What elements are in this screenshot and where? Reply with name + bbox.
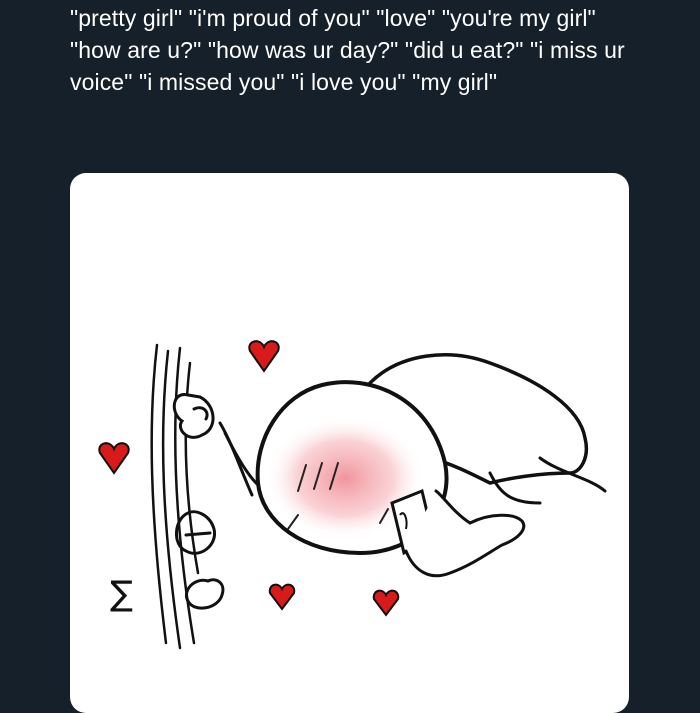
tweet-media-card[interactable]: ∑	[70, 173, 629, 713]
hand-middle	[175, 510, 217, 555]
hand-bottom	[185, 578, 225, 610]
doodle-illustration: ∑	[98, 340, 607, 650]
motion-lines	[150, 343, 200, 650]
tweet-text: "pretty girl" "i'm proud of you" "love" …	[70, 5, 625, 95]
scribble-text: ∑	[110, 574, 133, 614]
